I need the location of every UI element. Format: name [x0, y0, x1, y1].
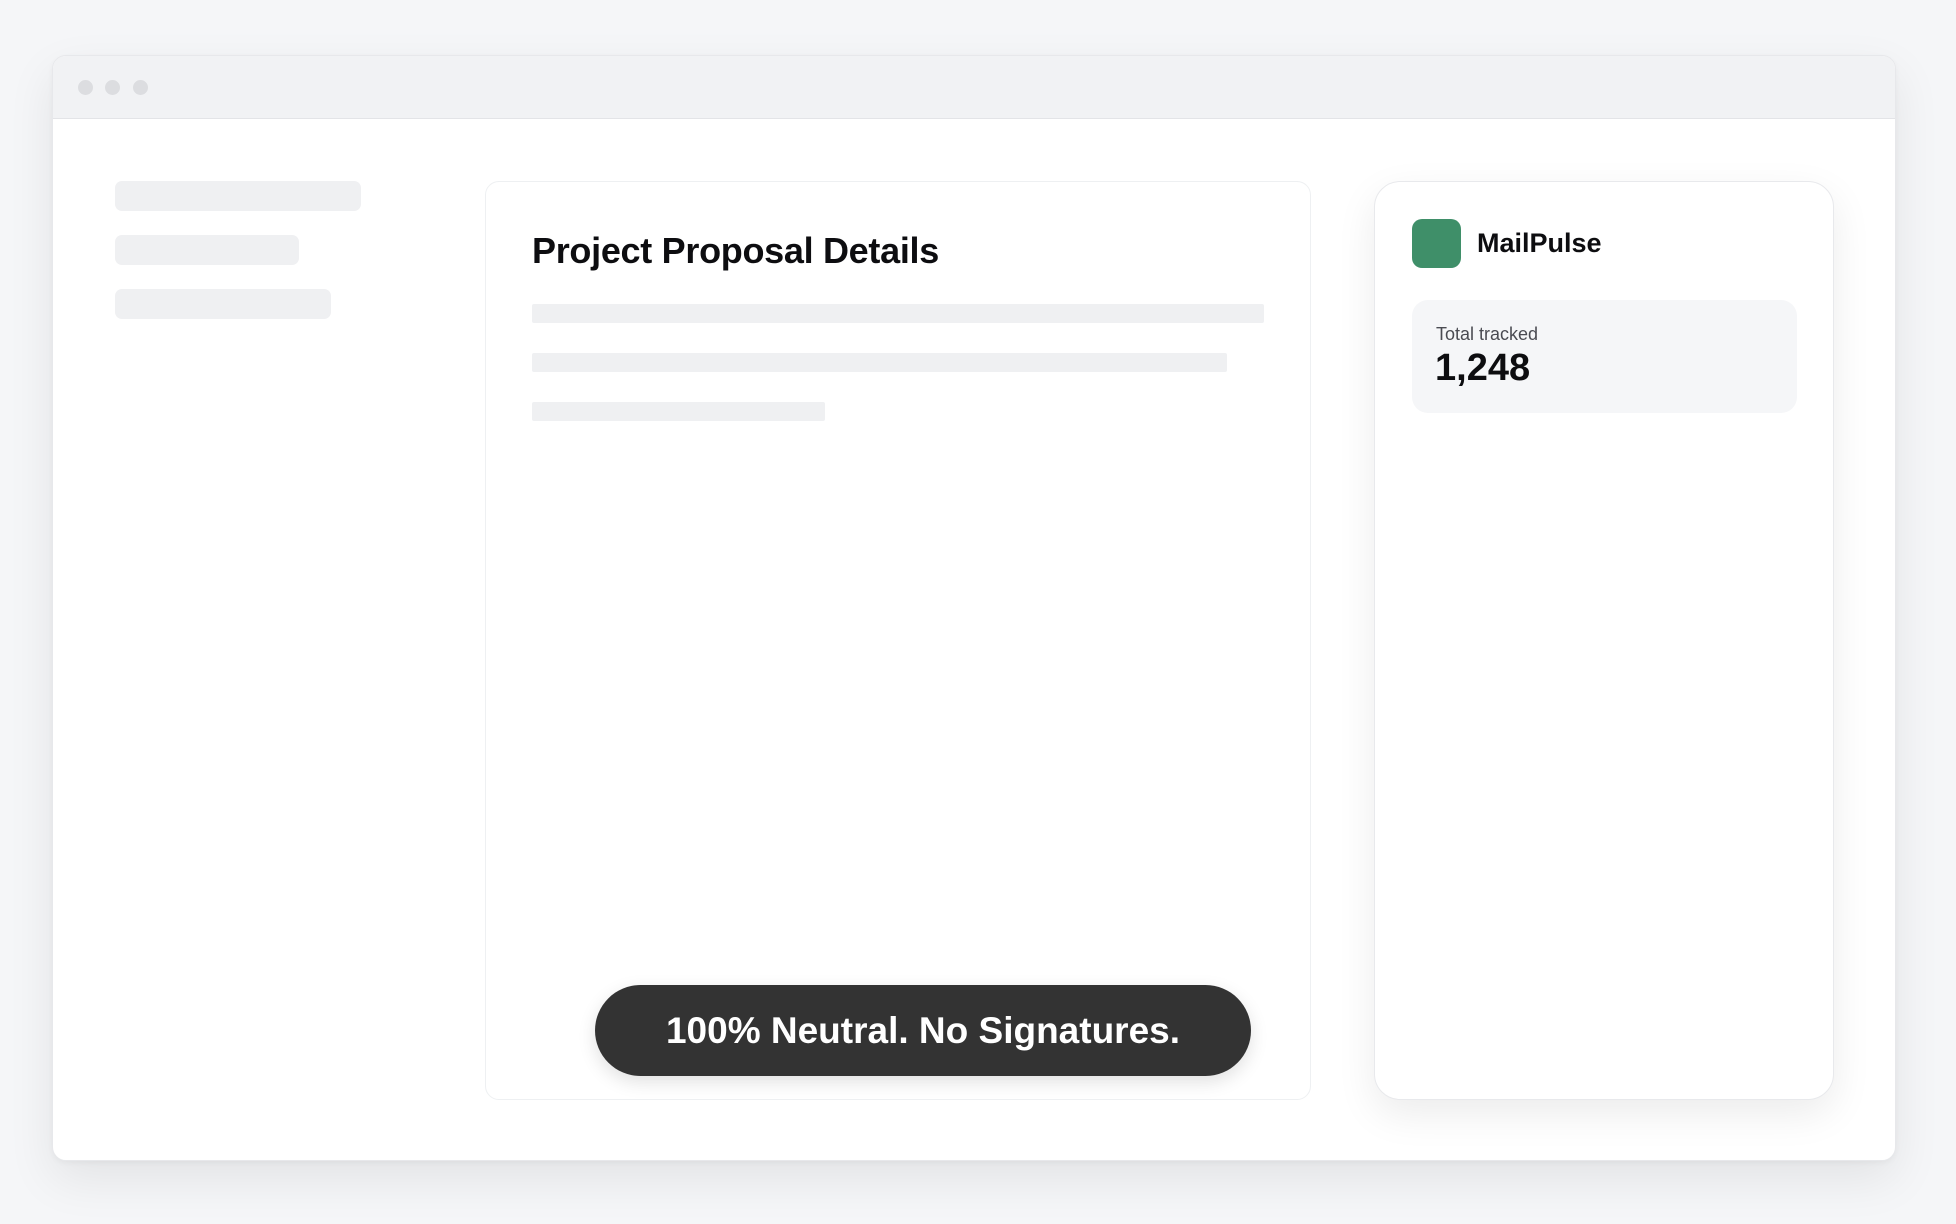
stat-label: Total tracked [1436, 324, 1539, 344]
window-maximize-dot[interactable] [133, 80, 148, 95]
mailpulse-widget: MailPulse Total tracked 1,248 [1374, 181, 1834, 1100]
stat-value: 1,248 [1435, 347, 1531, 389]
total-tracked-card: Total tracked 1,248 [1412, 300, 1797, 413]
document-skeleton-line [532, 304, 1264, 323]
sidebar-skeleton-item [115, 289, 331, 319]
sidebar-skeleton-item [115, 235, 299, 265]
window-minimize-dot[interactable] [105, 80, 120, 95]
window-titlebar [53, 56, 1895, 119]
document-skeleton-line [532, 353, 1227, 372]
mailpulse-logo [1412, 219, 1461, 268]
window-close-dot[interactable] [78, 80, 93, 95]
document-title: Project Proposal Details [532, 230, 939, 271]
document-card: Project Proposal Details [485, 181, 1311, 1100]
document-skeleton-line [532, 402, 825, 421]
toast-banner: 100% Neutral. No Signatures. [595, 985, 1251, 1076]
brand-name: MailPulse [1477, 228, 1602, 258]
sidebar-skeleton-item [115, 181, 361, 211]
